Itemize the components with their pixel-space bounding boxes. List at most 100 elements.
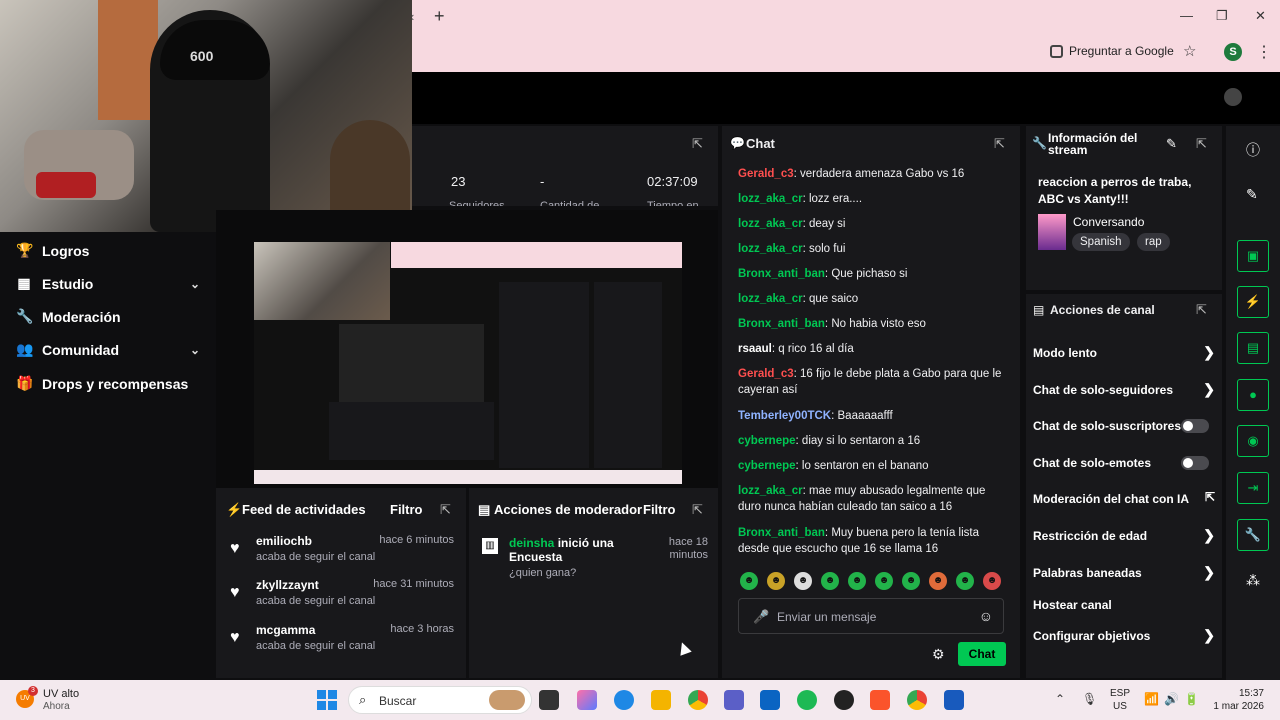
emote-icon[interactable]: ☻ (821, 572, 839, 590)
raid-icon[interactable]: ⇥ (1237, 472, 1269, 504)
stream-preview[interactable] (254, 242, 682, 484)
chat-username[interactable]: cybernepe (738, 460, 796, 472)
action-ai-moderation[interactable]: Moderación del chat con IA ⇱ (1033, 490, 1215, 506)
chat-send-button[interactable]: Chat (958, 642, 1006, 666)
tag-spanish[interactable]: Spanish (1072, 233, 1130, 251)
task-view-icon[interactable] (539, 690, 559, 710)
emotes-only-toggle[interactable] (1181, 456, 1209, 470)
file-explorer-icon[interactable] (651, 690, 671, 710)
edit-icon[interactable]: ✎ (1246, 186, 1258, 203)
tray-chevron-up-icon[interactable]: ⌃ (1055, 692, 1065, 706)
volume-icon[interactable]: 🔊 (1164, 692, 1179, 706)
chat-username[interactable]: cybernepe (738, 435, 796, 447)
chat-username[interactable]: Gerald_c3 (738, 368, 794, 380)
clip-icon[interactable]: ▣ (1237, 240, 1269, 272)
mic-tray-icon[interactable]: 🎙 (1082, 692, 1097, 706)
action-followers-only[interactable]: Chat de solo-seguidores ❯ (1033, 381, 1215, 397)
tag-rap[interactable]: rap (1137, 233, 1170, 251)
restore-icon[interactable]: ❐ (1216, 8, 1228, 24)
info-icon[interactable]: ⓘ (1246, 140, 1260, 160)
app-icon[interactable] (834, 690, 854, 710)
action-age-restriction[interactable]: Restricción de edad ❯ (1033, 527, 1215, 543)
emote-icon[interactable]: ☻ (794, 572, 812, 590)
start-button[interactable] (317, 690, 337, 710)
emote-icon[interactable]: ☻ (983, 572, 1001, 590)
chat-username[interactable]: lozz_aka_cr (738, 243, 803, 255)
chat-bubble-icon[interactable]: ● (1237, 379, 1269, 411)
broadcast-icon[interactable]: ◉ (1237, 425, 1269, 457)
microphone-icon[interactable]: 🎤 (753, 609, 769, 625)
sidebar-item-drops[interactable]: 🎁 Drops y recompensas (16, 375, 200, 392)
brave-icon[interactable] (870, 690, 890, 710)
teams-icon[interactable] (724, 690, 744, 710)
mod-user[interactable]: deinsha (509, 536, 554, 550)
bookmark-star-icon[interactable]: ☆ (1183, 42, 1196, 60)
subscribers-only-toggle[interactable] (1181, 419, 1209, 433)
emote-icon[interactable]: ☻ (767, 572, 785, 590)
lightning-icon[interactable]: ⚡ (1237, 286, 1269, 318)
profile-avatar[interactable]: S (1224, 43, 1242, 61)
minimize-icon[interactable]: — (1180, 8, 1193, 23)
edit-icon[interactable]: ✎ (1166, 136, 1177, 152)
language-indicator[interactable]: ESP US (1110, 687, 1130, 713)
sidebar-item-logros[interactable]: 🏆 Logros (16, 242, 200, 259)
sidebar-item-comunidad[interactable]: 👥 Comunidad ⌄ (16, 341, 200, 358)
sidebar-item-estudio[interactable]: ▦ Estudio ⌄ (16, 275, 200, 292)
outlook-icon[interactable] (760, 690, 780, 710)
activity-user[interactable]: zkyllzzaynt (256, 578, 319, 592)
chat-username[interactable]: Temberley00TCK (738, 410, 831, 422)
sidebar-item-moderacion[interactable]: 🔧 Moderación (16, 308, 200, 325)
chrome-profile-icon[interactable] (907, 690, 927, 710)
action-goals[interactable]: Configurar objetivos ❯ (1033, 627, 1215, 643)
emoji-icon[interactable]: ☺ (979, 608, 993, 624)
browser-menu-icon[interactable]: ⋮ (1256, 42, 1272, 62)
emote-icon[interactable]: ☻ (740, 572, 758, 590)
weather-widget[interactable]: UV 3 UV alto Ahora (16, 686, 116, 714)
category-thumbnail[interactable] (1038, 214, 1066, 250)
emote-icon[interactable]: ☻ (929, 572, 947, 590)
action-slow-mode[interactable]: Modo lento ❯ (1033, 344, 1215, 360)
action-banned-words[interactable]: Palabras baneadas ❯ (1033, 564, 1215, 580)
brand-icon[interactable] (1224, 88, 1242, 106)
chat-username[interactable]: lozz_aka_cr (738, 193, 803, 205)
wrench-icon[interactable]: 🔧 (1237, 519, 1269, 551)
chrome-icon[interactable] (688, 690, 708, 710)
copilot-icon[interactable] (577, 690, 597, 710)
chat-username[interactable]: rsaaul (738, 343, 772, 355)
chat-username[interactable]: lozz_aka_cr (738, 485, 803, 497)
popout-icon[interactable]: ⇱ (692, 136, 703, 152)
edge-icon[interactable] (614, 690, 634, 710)
mod-filter-button[interactable]: Filtro (643, 502, 676, 517)
popout-icon[interactable]: ⇱ (994, 136, 1005, 152)
chat-username[interactable]: Bronx_anti_ban (738, 268, 825, 280)
word-icon[interactable] (944, 690, 964, 710)
emote-icon[interactable]: ☻ (875, 572, 893, 590)
activity-filter-button[interactable]: Filtro (390, 502, 423, 517)
wifi-icon[interactable]: 📶 (1144, 692, 1159, 706)
popout-icon[interactable]: ⇱ (692, 502, 703, 518)
popout-icon[interactable]: ⇱ (1196, 302, 1207, 318)
emote-icon[interactable]: ☻ (902, 572, 920, 590)
popout-icon[interactable]: ⇱ (1196, 136, 1207, 152)
action-host-channel[interactable]: Hostear canal (1033, 598, 1215, 612)
emote-icon[interactable]: ☻ (848, 572, 866, 590)
battery-icon[interactable]: 🔋 (1184, 692, 1199, 706)
new-tab-button[interactable]: + (434, 6, 445, 27)
notes-icon[interactable]: ▤ (1237, 332, 1269, 364)
ask-google-button[interactable]: Preguntar a Google (1050, 44, 1174, 58)
taskbar-search[interactable]: ⌕ Buscar (348, 686, 532, 714)
system-clock[interactable]: 15:37 1 mar 2026 (1206, 687, 1264, 713)
popout-icon[interactable]: ⇱ (440, 502, 451, 518)
chat-username[interactable]: Bronx_anti_ban (738, 318, 825, 330)
category-name[interactable]: Conversando (1073, 215, 1144, 229)
chat-settings-icon[interactable]: ⚙ (932, 646, 945, 663)
activity-user[interactable]: emiliochb (256, 534, 312, 548)
chat-username[interactable]: Gerald_c3 (738, 168, 794, 180)
chat-input[interactable] (777, 607, 967, 627)
emote-icon[interactable]: ☻ (956, 572, 974, 590)
chat-username[interactable]: Bronx_anti_ban (738, 527, 825, 539)
activity-user[interactable]: mcgamma (256, 623, 315, 637)
close-icon[interactable]: ✕ (1255, 8, 1266, 24)
spotify-icon[interactable] (797, 690, 817, 710)
chat-username[interactable]: lozz_aka_cr (738, 218, 803, 230)
